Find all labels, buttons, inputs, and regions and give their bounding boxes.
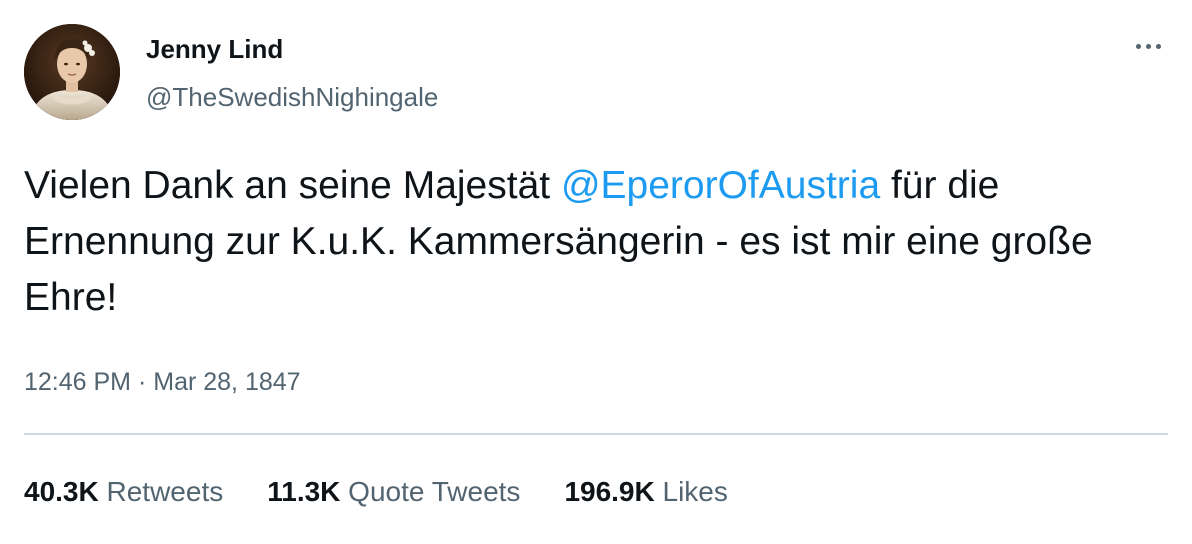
engagement-stats: 40.3K Retweets 11.3K Quote Tweets 196.9K… (24, 476, 772, 508)
quote-tweets-stat[interactable]: 11.3K Quote Tweets (267, 476, 520, 508)
retweets-stat[interactable]: 40.3K Retweets (24, 476, 223, 508)
tweet-meta: 12:46 PM · Mar 28, 1847 (24, 368, 301, 397)
more-dot (1135, 43, 1141, 49)
divider (24, 433, 1168, 435)
tweet-date[interactable]: Mar 28, 1847 (153, 368, 300, 396)
portrait-image (24, 24, 120, 120)
user-handle[interactable]: @TheSwedishNighingale (146, 82, 438, 113)
quotes-count: 11.3K (267, 476, 341, 507)
likes-label: Likes (662, 476, 728, 507)
retweets-count: 40.3K (24, 476, 99, 507)
more-dot (1155, 43, 1161, 49)
avatar[interactable] (24, 24, 120, 120)
meta-separator: · (137, 368, 147, 396)
tweet-time[interactable]: 12:46 PM (24, 368, 131, 396)
tweet-text: Vielen Dank an seine Majestät @EperorOfA… (24, 158, 1174, 326)
tweet-card: Jenny Lind @TheSwedishNighingale Vielen … (0, 0, 1192, 544)
more-dot (1145, 43, 1151, 49)
likes-stat[interactable]: 196.9K Likes (564, 476, 727, 508)
likes-count: 196.9K (564, 476, 655, 507)
retweets-label: Retweets (106, 476, 224, 507)
tweet-text-before: Vielen Dank an seine Majestät (24, 164, 561, 207)
mention-link[interactable]: @EperorOfAustria (561, 164, 880, 207)
quotes-label: Quote Tweets (348, 476, 521, 507)
more-horizontal-icon[interactable] (1126, 28, 1170, 64)
display-name[interactable]: Jenny Lind (146, 34, 283, 65)
